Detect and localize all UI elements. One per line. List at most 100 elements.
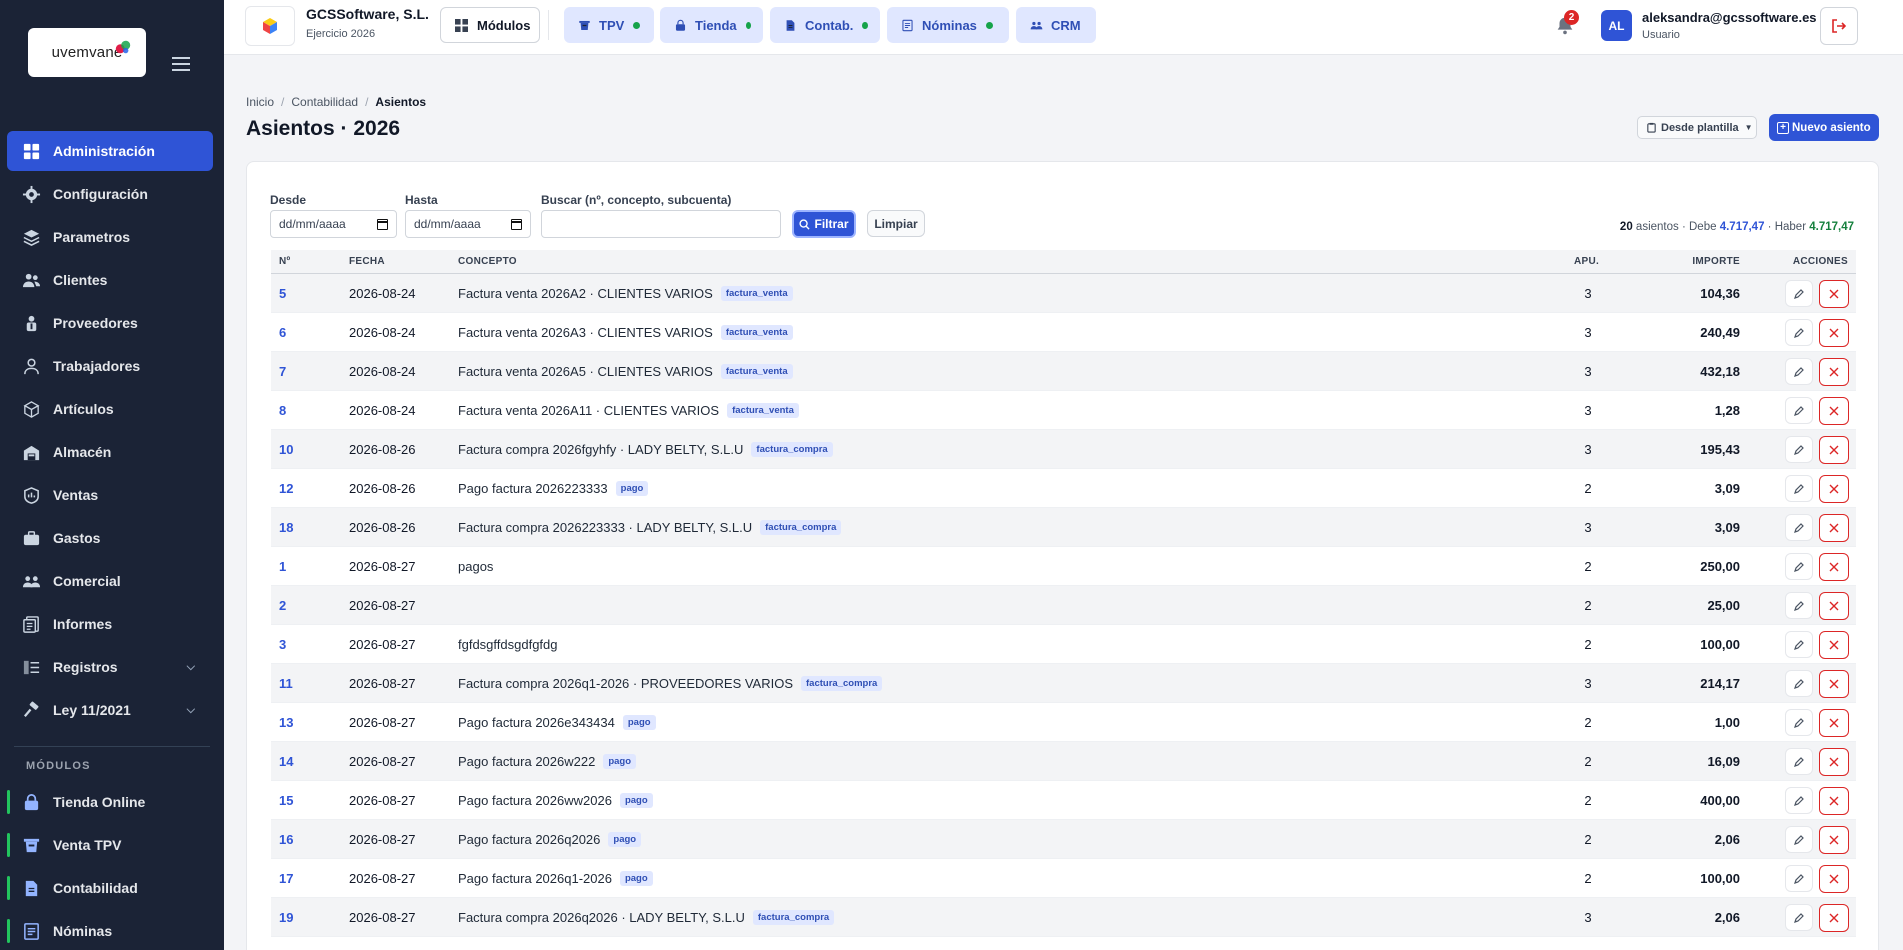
- breadcrumb-section[interactable]: Contabilidad: [291, 95, 358, 109]
- col-header-apu[interactable]: APU.: [1574, 256, 1599, 267]
- edit-entry-button[interactable]: [1785, 631, 1813, 658]
- sidebar-item-ley[interactable]: Ley 11/2021 ⌵: [7, 690, 213, 730]
- entry-number-link[interactable]: 12: [279, 481, 293, 496]
- table-row[interactable]: 2 2026-08-27 2 25,00: [271, 586, 1856, 625]
- edit-entry-button[interactable]: [1785, 436, 1813, 463]
- delete-entry-button[interactable]: [1819, 904, 1849, 932]
- table-row[interactable]: 10 2026-08-26 Factura compra 2026fgyhfy · …: [271, 430, 1856, 469]
- delete-entry-button[interactable]: [1819, 514, 1849, 542]
- breadcrumb-home[interactable]: Inicio: [246, 95, 274, 109]
- entry-number-link[interactable]: 2: [279, 598, 286, 613]
- chevron-down-icon[interactable]: ⌵: [187, 704, 195, 717]
- entry-number-link[interactable]: 11: [279, 676, 293, 691]
- calendar-icon[interactable]: [377, 219, 388, 230]
- edit-entry-button[interactable]: [1785, 397, 1813, 424]
- sidebar-module-nominas[interactable]: Nóminas: [7, 911, 213, 950]
- to-date-input[interactable]: dd/mm/aaaa: [405, 210, 531, 238]
- entry-number-link[interactable]: 1: [279, 559, 286, 574]
- sidebar-module-contabilidad[interactable]: Contabilidad: [7, 868, 213, 908]
- module-tab-tpv[interactable]: TPV: [564, 7, 654, 43]
- entry-number-link[interactable]: 15: [279, 793, 293, 808]
- entry-number-link[interactable]: 19: [279, 910, 293, 925]
- col-header-number[interactable]: Nº: [279, 256, 290, 267]
- table-row[interactable]: 13 2026-08-27 Pago factura 2026e343434 pago…: [271, 703, 1856, 742]
- brand-logo[interactable]: uvemvane: [28, 28, 146, 77]
- sidebar-item-registros[interactable]: Registros ⌵: [7, 647, 213, 687]
- edit-entry-button[interactable]: [1785, 709, 1813, 736]
- table-row[interactable]: 12 2026-08-26 Pago factura 2026223333 pago 2…: [271, 469, 1856, 508]
- chevron-down-icon[interactable]: ⌵: [187, 661, 195, 674]
- delete-entry-button[interactable]: [1819, 319, 1849, 347]
- table-row[interactable]: 3 2026-08-27 fgfdsgffdsgdfgfdg 2 100,00: [271, 625, 1856, 664]
- entry-number-link[interactable]: 6: [279, 325, 286, 340]
- entry-number-link[interactable]: 16: [279, 832, 293, 847]
- edit-entry-button[interactable]: [1785, 280, 1813, 307]
- edit-entry-button[interactable]: [1785, 319, 1813, 346]
- edit-entry-button[interactable]: [1785, 826, 1813, 853]
- delete-entry-button[interactable]: [1819, 592, 1849, 620]
- delete-entry-button[interactable]: [1819, 631, 1849, 659]
- template-dropdown-button[interactable]: Desde plantilla ▼: [1637, 116, 1757, 139]
- entry-number-link[interactable]: 8: [279, 403, 286, 418]
- edit-entry-button[interactable]: [1785, 514, 1813, 541]
- delete-entry-button[interactable]: [1819, 280, 1849, 308]
- calendar-icon[interactable]: [511, 219, 522, 230]
- sidebar-item-gastos[interactable]: Gastos: [7, 518, 213, 558]
- table-row[interactable]: 17 2026-08-27 Pago factura 2026q1-2026 pago…: [271, 859, 1856, 898]
- entry-number-link[interactable]: 3: [279, 637, 286, 652]
- table-row[interactable]: 7 2026-08-24 Factura venta 2026A5 · CLIENT…: [271, 352, 1856, 391]
- col-header-concept[interactable]: CONCEPTO: [458, 256, 517, 267]
- table-row[interactable]: 11 2026-08-27 Factura compra 2026q1-2026 ·…: [271, 664, 1856, 703]
- col-header-date[interactable]: FECHA: [349, 256, 385, 267]
- sidebar-module-tienda[interactable]: Tienda Online: [7, 782, 213, 822]
- delete-entry-button[interactable]: [1819, 826, 1849, 854]
- edit-entry-button[interactable]: [1785, 553, 1813, 580]
- delete-entry-button[interactable]: [1819, 748, 1849, 776]
- entry-number-link[interactable]: 13: [279, 715, 293, 730]
- edit-entry-button[interactable]: [1785, 475, 1813, 502]
- sidebar-item-almacen[interactable]: Almacén: [7, 432, 213, 472]
- delete-entry-button[interactable]: [1819, 709, 1849, 737]
- col-header-amount[interactable]: IMPORTE: [1692, 256, 1740, 267]
- delete-entry-button[interactable]: [1819, 787, 1849, 815]
- table-row[interactable]: 5 2026-08-24 Factura venta 2026A2 · CLIENT…: [271, 274, 1856, 313]
- table-row[interactable]: 19 2026-08-27 Factura compra 2026q2026 · L…: [271, 898, 1856, 937]
- sidebar-item-proveedores[interactable]: Proveedores: [7, 303, 213, 343]
- sidebar-item-trabajadores[interactable]: Trabajadores: [7, 346, 213, 386]
- entry-number-link[interactable]: 5: [279, 286, 286, 301]
- entry-number-link[interactable]: 10: [279, 442, 293, 457]
- module-tab-tienda[interactable]: Tienda: [660, 7, 763, 43]
- edit-entry-button[interactable]: [1785, 748, 1813, 775]
- delete-entry-button[interactable]: [1819, 358, 1849, 386]
- delete-entry-button[interactable]: [1819, 475, 1849, 503]
- edit-entry-button[interactable]: [1785, 358, 1813, 385]
- from-date-input[interactable]: dd/mm/aaaa: [270, 210, 397, 238]
- edit-entry-button[interactable]: [1785, 787, 1813, 814]
- table-row[interactable]: 16 2026-08-27 Pago factura 2026q2026 pago 2 2…: [271, 820, 1856, 859]
- menu-toggle-icon[interactable]: [172, 57, 190, 71]
- module-tab-crm[interactable]: CRM: [1016, 7, 1096, 43]
- sidebar-item-clientes[interactable]: Clientes: [7, 260, 213, 300]
- sidebar-item-informes[interactable]: Informes: [7, 604, 213, 644]
- new-entry-button[interactable]: + Nuevo asiento: [1769, 114, 1879, 141]
- table-row[interactable]: 8 2026-08-24 Factura venta 2026A11 · CLIEN…: [271, 391, 1856, 430]
- modules-button[interactable]: Módulos: [440, 7, 540, 43]
- edit-entry-button[interactable]: [1785, 670, 1813, 697]
- sidebar-item-articulos[interactable]: Artículos: [7, 389, 213, 429]
- company-switch-button[interactable]: [245, 6, 295, 46]
- delete-entry-button[interactable]: [1819, 553, 1849, 581]
- delete-entry-button[interactable]: [1819, 436, 1849, 464]
- edit-entry-button[interactable]: [1785, 904, 1813, 931]
- entry-number-link[interactable]: 7: [279, 364, 286, 379]
- delete-entry-button[interactable]: [1819, 865, 1849, 893]
- delete-entry-button[interactable]: [1819, 670, 1849, 698]
- delete-entry-button[interactable]: [1819, 397, 1849, 425]
- module-tab-contab[interactable]: Contab.: [770, 7, 880, 43]
- table-row[interactable]: 6 2026-08-24 Factura venta 2026A3 · CLIENT…: [271, 313, 1856, 352]
- sidebar-item-ventas[interactable]: Ventas: [7, 475, 213, 515]
- sidebar-module-tpv[interactable]: Venta TPV: [7, 825, 213, 865]
- edit-entry-button[interactable]: [1785, 865, 1813, 892]
- filter-button[interactable]: Filtrar: [792, 210, 856, 238]
- user-avatar[interactable]: AL: [1601, 10, 1632, 41]
- edit-entry-button[interactable]: [1785, 592, 1813, 619]
